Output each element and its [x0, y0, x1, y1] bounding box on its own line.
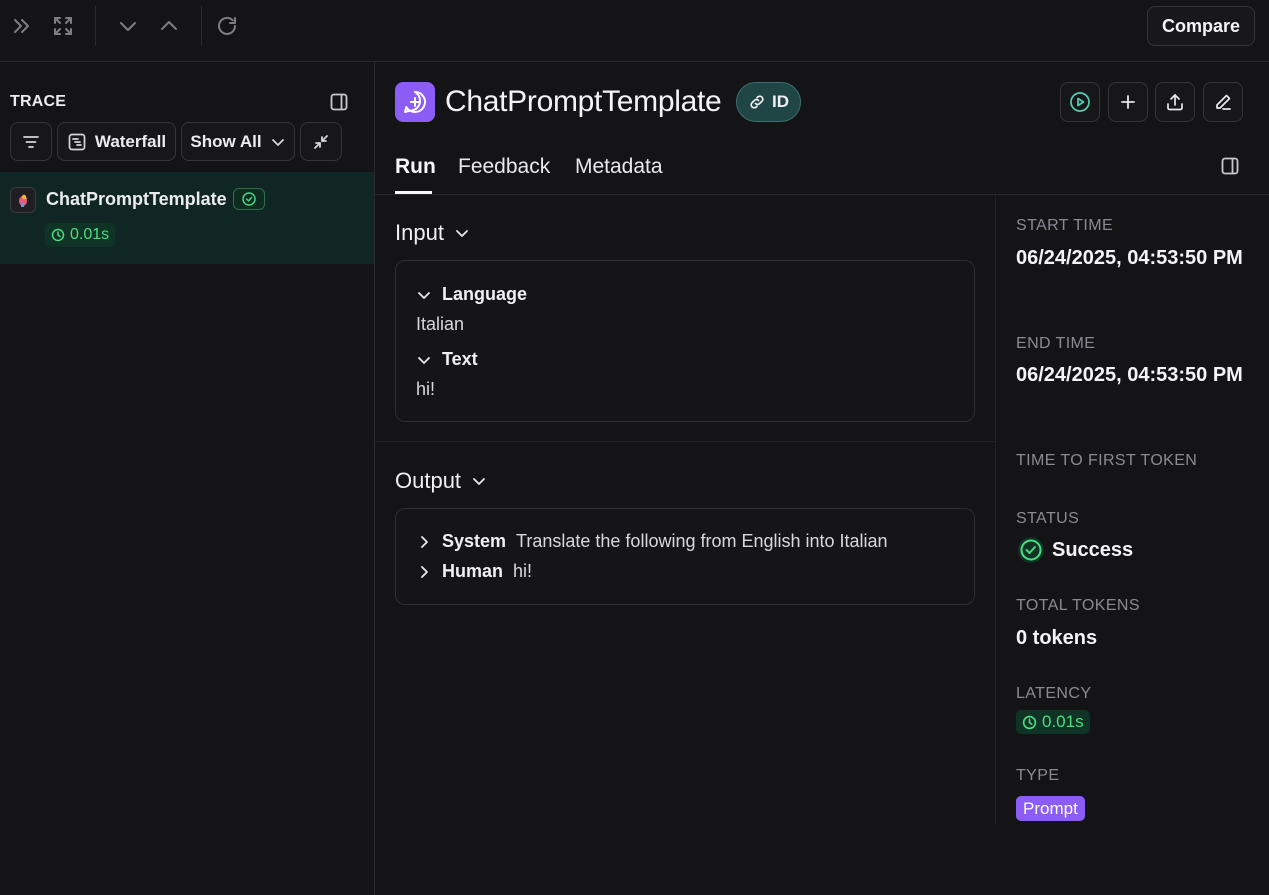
share-button[interactable] [1155, 82, 1195, 122]
chevron-down-icon [416, 287, 432, 303]
chevron-down-icon [454, 225, 470, 241]
end-time-label: END TIME [1016, 335, 1096, 352]
input-card: Language Italian Text hi! [395, 260, 975, 422]
chevron-down-icon[interactable] [116, 14, 140, 38]
upload-icon [1165, 92, 1185, 112]
show-all-label: Show All [190, 131, 262, 151]
ttft-label: TIME TO FIRST TOKEN [1016, 452, 1198, 469]
filter-button[interactable] [10, 122, 52, 161]
latency-badge: 0.01s [1016, 710, 1090, 734]
latency-label: LATENCY [1016, 685, 1092, 702]
status-text: Success [1052, 538, 1134, 561]
tab-run[interactable]: Run [395, 155, 436, 179]
status-value: Success [1016, 535, 1133, 565]
chevron-up-icon[interactable] [157, 14, 181, 38]
expand-icon[interactable] [51, 14, 75, 38]
copy-id-button[interactable]: ID [736, 82, 801, 122]
sidebar-toggle-icon[interactable] [329, 92, 349, 112]
chevron-down-icon [270, 134, 286, 150]
output-section-toggle[interactable]: Output [395, 468, 487, 494]
plus-icon [1119, 93, 1137, 111]
trace-title: TRACE [10, 93, 67, 110]
waterfall-button[interactable]: Waterfall [57, 122, 176, 161]
field-key: Text [442, 349, 478, 369]
run-header: ChatPromptTemplate ID Run Feedback Metad… [375, 62, 1269, 195]
pencil-icon [1213, 92, 1233, 112]
message-text: hi! [513, 561, 533, 581]
field-value: Italian [416, 314, 465, 334]
waterfall-icon [67, 132, 87, 152]
type-badge: Prompt [1016, 796, 1085, 821]
toolbar-divider [201, 6, 202, 46]
play-icon [1069, 91, 1091, 113]
prompt-run-icon [395, 82, 435, 122]
message-text: Translate the following from English int… [516, 531, 888, 551]
field-value: hi! [416, 379, 436, 399]
id-label: ID [772, 92, 789, 111]
message-role: System [442, 531, 507, 551]
tree-latency-value: 0.01s [70, 226, 110, 243]
playground-button[interactable] [1060, 82, 1100, 122]
field-text-toggle[interactable]: Text [416, 349, 478, 370]
chevron-right-icon [416, 534, 432, 550]
latency-value: 0.01s [1042, 712, 1084, 731]
tree-item-name: ChatPromptTemplate [46, 189, 227, 209]
details-divider [995, 195, 996, 825]
end-time-value: 06/24/2025, 04:53:50 PM [1016, 364, 1243, 386]
link-icon [748, 93, 766, 111]
total-tokens-value: 0 tokens [1016, 627, 1098, 649]
start-time-value: 06/24/2025, 04:53:50 PM [1016, 247, 1243, 269]
waterfall-label: Waterfall [94, 131, 167, 151]
collapse-icon [311, 132, 331, 152]
tab-feedback[interactable]: Feedback [458, 155, 550, 179]
active-tab-indicator [395, 191, 432, 194]
field-key: Language [442, 284, 528, 304]
add-button[interactable] [1108, 82, 1148, 122]
input-title: Input [395, 220, 444, 245]
show-all-dropdown[interactable]: Show All [181, 122, 295, 161]
section-divider [375, 441, 995, 442]
success-check-icon [1016, 535, 1046, 565]
refresh-icon[interactable] [215, 14, 239, 38]
compare-button[interactable]: Compare [1147, 6, 1255, 46]
details-panel-toggle-icon[interactable] [1220, 156, 1240, 176]
field-language-toggle[interactable]: Language [416, 284, 527, 305]
tree-latency-badge: 0.01s [45, 223, 116, 247]
success-check-icon [233, 188, 265, 210]
start-time-label: START TIME [1016, 217, 1114, 234]
edit-button[interactable] [1203, 82, 1243, 122]
type-label: TYPE [1016, 767, 1060, 784]
trace-tree-item[interactable]: ChatPromptTemplate 0.01s [0, 172, 374, 264]
message-system[interactable]: System Translate the following from Engl… [416, 531, 888, 552]
output-title: Output [395, 468, 462, 493]
message-role: Human [442, 561, 504, 581]
status-label: STATUS [1016, 510, 1080, 527]
chevron-down-icon [416, 352, 432, 368]
output-card: System Translate the following from Engl… [395, 508, 975, 605]
toolbar-divider [95, 6, 96, 46]
clock-icon [51, 228, 65, 242]
parrot-icon [10, 187, 36, 213]
double-chevron-right-icon[interactable] [10, 14, 34, 38]
chevron-right-icon [416, 564, 432, 580]
input-section-toggle[interactable]: Input [395, 220, 470, 246]
total-tokens-label: TOTAL TOKENS [1016, 597, 1140, 614]
filter-icon [21, 132, 41, 152]
trace-sidebar: TRACE Waterfall Show All ChatPromptTempl… [0, 62, 375, 895]
message-human[interactable]: Human hi! [416, 561, 532, 582]
top-toolbar: Compare [0, 0, 1269, 62]
run-title: ChatPromptTemplate [445, 85, 722, 118]
clock-icon [1022, 715, 1037, 730]
collapse-button[interactable] [300, 122, 342, 161]
tab-metadata[interactable]: Metadata [575, 155, 663, 179]
chevron-down-icon [471, 473, 487, 489]
